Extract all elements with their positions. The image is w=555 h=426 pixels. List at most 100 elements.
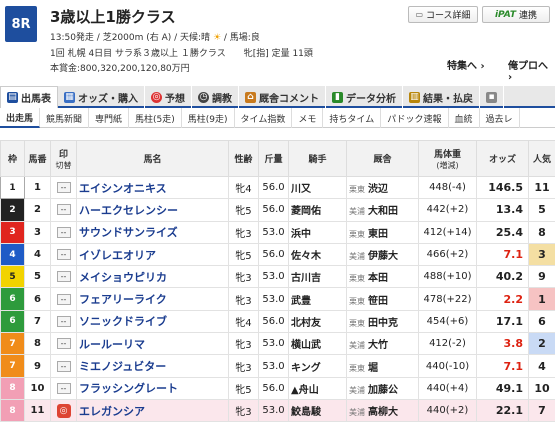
tab-label: 予想	[165, 93, 185, 105]
subtab-specialist[interactable]: 専門紙	[89, 108, 130, 128]
weight-cell: 53.0	[258, 265, 289, 289]
mark-selector[interactable]: --	[56, 338, 71, 350]
mark-selector[interactable]: --	[56, 315, 71, 327]
header-ninki[interactable]: 人気	[528, 140, 555, 177]
trainer-cell: 栗東堀	[346, 354, 419, 378]
mark-selector[interactable]: --	[56, 249, 71, 261]
prev-link-label: 俺プロへ	[508, 61, 548, 72]
jockey-link[interactable]: 菱岡佑	[291, 206, 321, 217]
jockey-link[interactable]: ▲舟山	[291, 385, 319, 396]
horse-name-link[interactable]: エイシンオニキス	[79, 182, 167, 195]
horse-name-link[interactable]: ソニックドライブ	[79, 315, 167, 328]
header-body-weight[interactable]: 馬体重 (増減)	[418, 140, 477, 177]
horse-name-link[interactable]: メイショウピリカ	[79, 271, 167, 284]
odds-cell: 49.1	[476, 376, 529, 400]
mark-toggle[interactable]: 切替	[51, 160, 76, 171]
subtab-past-races[interactable]: 過去レ	[480, 108, 520, 128]
jockey-link[interactable]: 鮫島駿	[291, 407, 321, 418]
horse-name-link[interactable]: サウンドサンライズ	[79, 226, 178, 239]
mark-selector[interactable]: --	[56, 382, 71, 394]
trainer-link[interactable]: 本田	[368, 273, 388, 284]
horse-name-link[interactable]: フェアリーライク	[79, 293, 167, 306]
mark-cell: --	[50, 220, 77, 244]
trainer-link[interactable]: 田中克	[368, 318, 398, 329]
subtab-pedigree[interactable]: 血統	[449, 108, 480, 128]
jockey-link[interactable]: 北村友	[291, 318, 321, 329]
subtab-past9[interactable]: 馬柱(9走)	[182, 108, 235, 128]
subtab-newspaper[interactable]: 競馬新聞	[40, 108, 90, 128]
sub-tabs: 出走馬 競馬新聞 専門紙 馬柱(5走) 馬柱(9走) タイム指数 メモ 持ちタイ…	[0, 108, 555, 128]
mark-selector[interactable]: --	[56, 226, 71, 238]
mark-honmei-icon[interactable]: ◎	[56, 403, 71, 418]
header-body-weight-label: 馬体重	[433, 149, 461, 160]
ninki-cell: 5	[528, 198, 555, 222]
weight-cell: 56.0	[258, 198, 289, 222]
trainer-link[interactable]: 堀	[368, 363, 378, 374]
tab-training[interactable]: ◷ 調教	[192, 86, 239, 108]
subtab-entrants[interactable]: 出走馬	[0, 108, 41, 128]
course-detail-button[interactable]: ▭ コース詳細	[408, 6, 478, 23]
course-detail-label: コース詳細	[426, 11, 471, 21]
waku-cell: 4	[0, 242, 25, 267]
jockey-link[interactable]: 佐々木	[291, 251, 321, 262]
jockey-link[interactable]: 横山武	[291, 340, 321, 351]
umaban-cell: 1	[24, 175, 51, 200]
header-mark[interactable]: 印 切替	[50, 140, 77, 177]
race-info-line1: 13:50発走 / 芝2000m (右 A) / 天候:晴 ☀ / 馬場:良	[50, 30, 260, 43]
body-weight-cell: 440(+2)	[418, 398, 477, 423]
umaban-cell: 3	[24, 220, 51, 244]
subtab-best-time[interactable]: 持ちタイム	[323, 108, 382, 128]
trainer-link[interactable]: 東田	[368, 229, 388, 240]
trainer-link[interactable]: 伊藤大	[368, 251, 398, 262]
subtab-memo[interactable]: メモ	[292, 108, 324, 128]
header-weight[interactable]: 斤量	[258, 140, 289, 177]
jockey-link[interactable]: 武豊	[291, 296, 311, 307]
mark-selector[interactable]: --	[56, 204, 71, 216]
subtab-paddock[interactable]: パドック速報	[381, 108, 449, 128]
subtab-past5[interactable]: 馬柱(5走)	[129, 108, 182, 128]
odds-cell: 40.2	[476, 265, 529, 289]
tab-entries[interactable]: ▤ 出馬表	[0, 86, 58, 108]
tab-stable-comment[interactable]: ⌂ 厩舎コメント	[239, 86, 326, 108]
horse-cell: ミエノジュビター	[76, 354, 229, 378]
race-prize: 本賞金:800,320,200,120,80万円	[50, 64, 190, 74]
jockey-link[interactable]: キング	[291, 363, 321, 374]
trainer-link[interactable]: 加藤公	[368, 385, 398, 396]
horse-name-link[interactable]: ハーエクセレンシー	[79, 204, 178, 217]
tab-more[interactable]: ▪	[480, 86, 504, 108]
jockey-cell: ▲舟山	[288, 376, 347, 400]
horse-name-link[interactable]: フラッシングレート	[79, 382, 178, 395]
tab-prediction[interactable]: ◎ 予想	[145, 86, 192, 108]
waku-cell: 7	[0, 354, 25, 378]
trainer-link[interactable]: 高柳大	[368, 407, 398, 418]
horse-name-link[interactable]: ルールーリマ	[79, 338, 145, 351]
mark-selector[interactable]: --	[56, 293, 71, 305]
tab-data-analysis[interactable]: ▮ データ分析	[326, 86, 403, 108]
weight-cell: 53.0	[258, 354, 289, 378]
horse-name-link[interactable]: ミエノジュビター	[79, 360, 166, 373]
trainer-link[interactable]: 渋辺	[368, 184, 388, 195]
trainer-link[interactable]: 大竹	[368, 340, 388, 351]
tab-results[interactable]: ▥ 結果・払戻	[403, 86, 480, 108]
feature-link[interactable]: 特集へ ›	[447, 57, 485, 72]
odds-cell: 25.4	[476, 220, 529, 244]
subtab-time-index[interactable]: タイム指数	[235, 108, 293, 128]
prev-link[interactable]: 俺プロへ ›	[508, 57, 555, 83]
trainer-link[interactable]: 笹田	[368, 296, 388, 307]
mark-selector[interactable]: --	[56, 360, 71, 372]
ipat-link-button[interactable]: iPAT 連携	[482, 6, 550, 23]
header-odds[interactable]: オッズ	[476, 140, 529, 177]
horse-name-link[interactable]: イゾレエオリア	[79, 249, 156, 262]
ninki-cell: 1	[528, 287, 555, 311]
trainer-link[interactable]: 大和田	[368, 206, 398, 217]
trainer-area: 栗東	[349, 229, 365, 239]
race-info-main: 13:50発走 / 芝2000m (右 A) / 天候:晴	[50, 33, 211, 43]
header-jockey: 騎手	[288, 140, 347, 177]
horse-name-link[interactable]: エレガンシア	[79, 405, 145, 418]
jockey-link[interactable]: 川又	[291, 184, 311, 195]
tab-odds[interactable]: ▦ オッズ・購入	[58, 86, 145, 108]
mark-selector[interactable]: --	[56, 271, 71, 283]
jockey-link[interactable]: 古川吉	[291, 273, 321, 284]
mark-selector[interactable]: --	[56, 182, 71, 194]
jockey-link[interactable]: 浜中	[291, 229, 311, 240]
